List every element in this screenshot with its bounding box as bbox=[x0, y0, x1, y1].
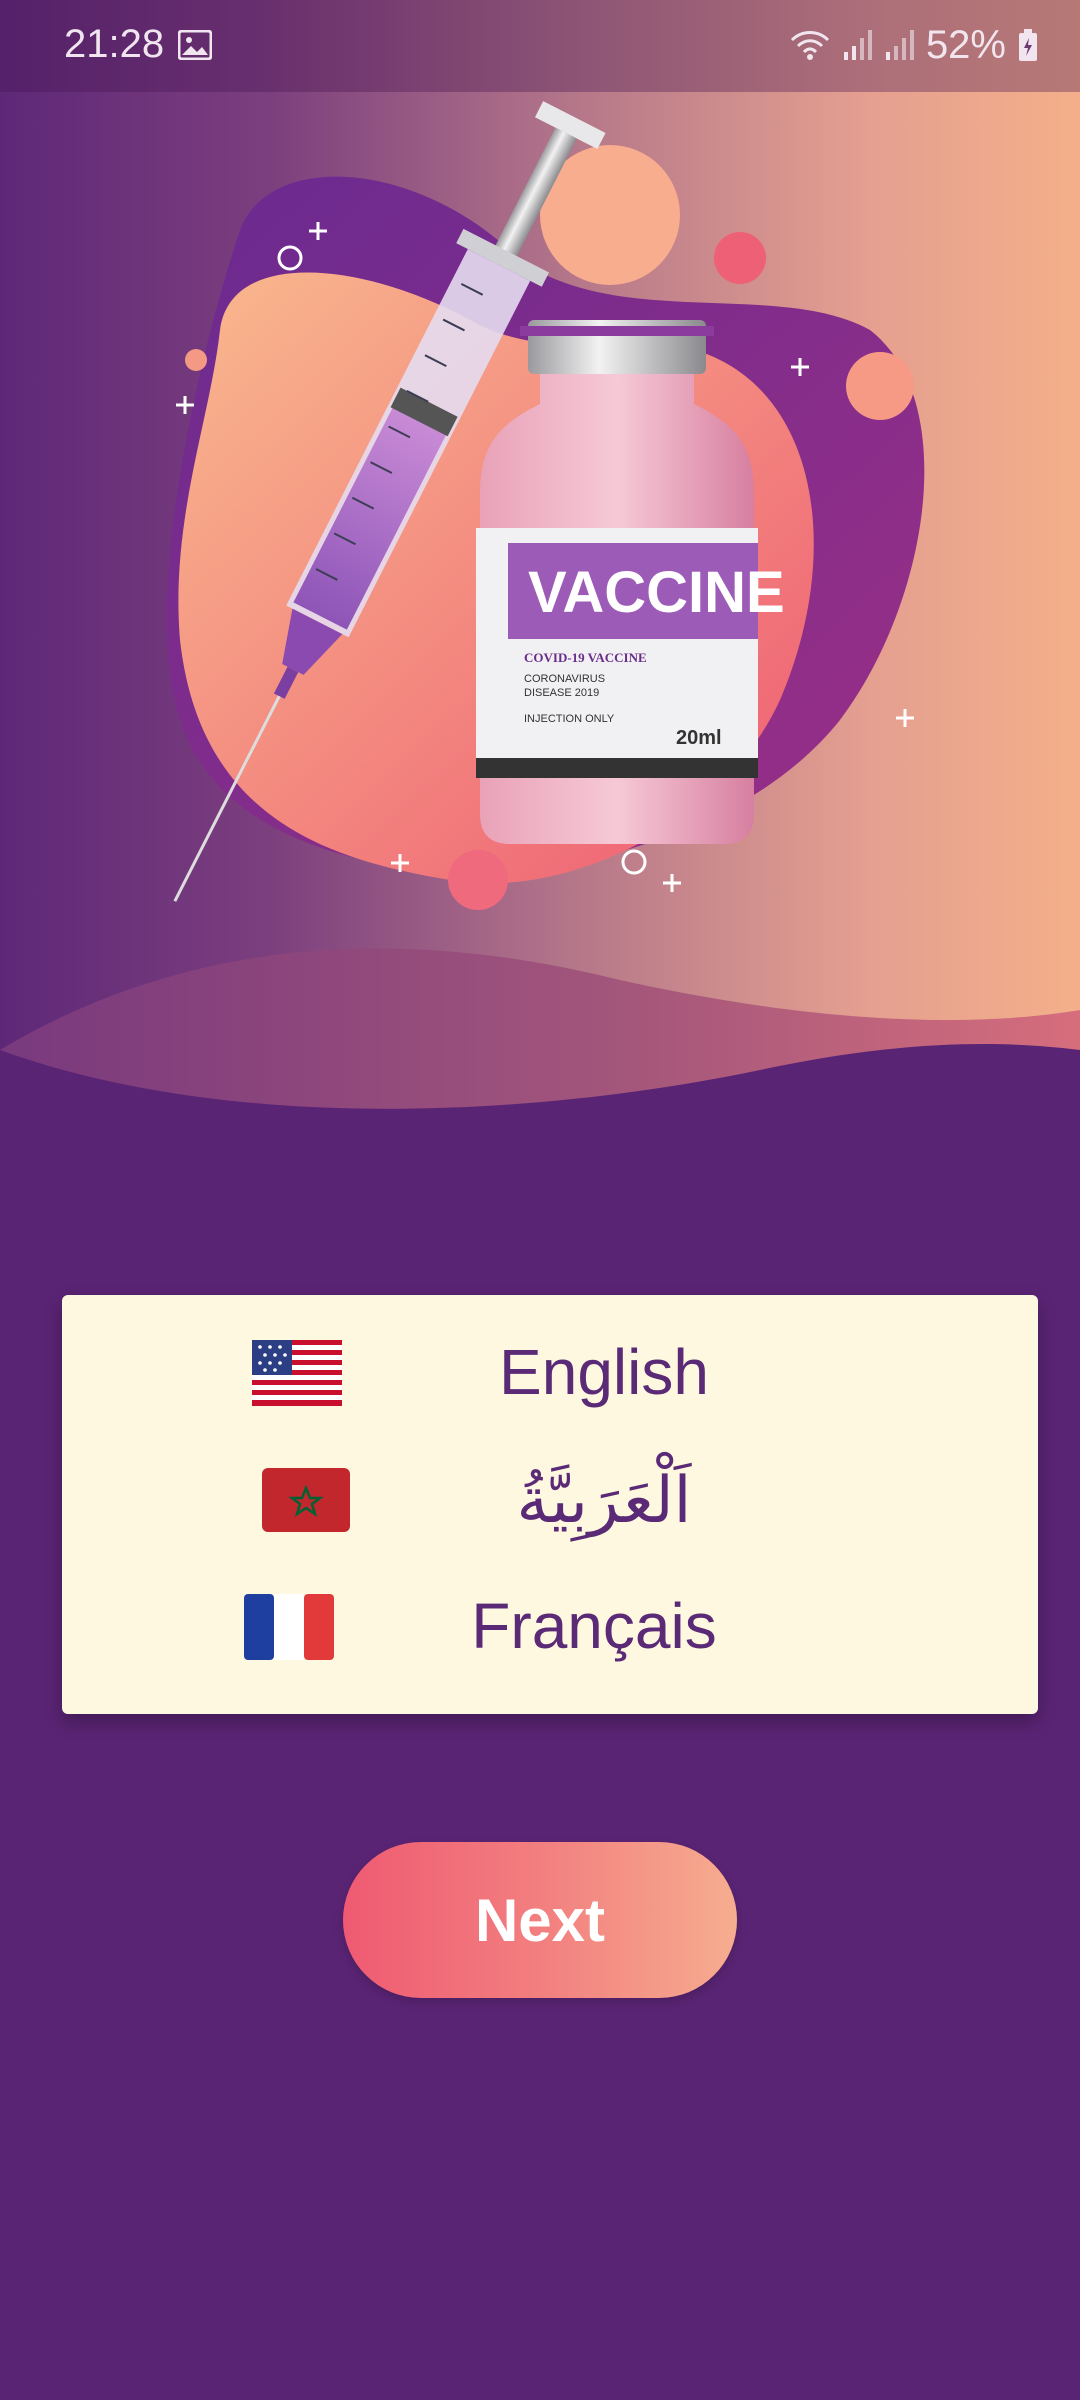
hero-illustration: VACCINE COVID-19 VACCINE CORONAVIRUS DIS… bbox=[0, 0, 1080, 1130]
battery-charging-icon bbox=[1019, 29, 1037, 61]
vial-label-main: VACCINE bbox=[528, 560, 785, 625]
language-label-french: Français bbox=[471, 1590, 717, 1662]
language-label-arabic: اَلْعَرَبِيَّةُ bbox=[516, 1464, 692, 1536]
image-icon bbox=[178, 30, 212, 60]
france-flag-icon bbox=[244, 1594, 334, 1660]
language-option-english[interactable]: English bbox=[62, 1315, 1038, 1435]
language-option-french[interactable]: Français bbox=[62, 1569, 1038, 1689]
next-button[interactable]: Next bbox=[343, 1842, 737, 1998]
vial-label-sub: COVID-19 VACCINE bbox=[524, 650, 647, 665]
language-option-arabic[interactable]: اَلْعَرَبِيَّةُ bbox=[62, 1443, 1038, 1563]
signal-icon bbox=[885, 30, 914, 60]
vial-label-line2: DISEASE 2019 bbox=[524, 687, 599, 699]
language-list: English اَلْعَرَبِيَّةُ Français bbox=[62, 1295, 1038, 1714]
status-bar: 21:28 52% bbox=[0, 0, 1080, 92]
battery-percent: 52% bbox=[925, 22, 1006, 67]
vial-label-line3: INJECTION ONLY bbox=[524, 713, 615, 725]
us-flag-icon bbox=[252, 1340, 342, 1406]
signal-icon bbox=[843, 30, 872, 60]
wifi-icon bbox=[790, 31, 829, 60]
vaccine-illustration: VACCINE COVID-19 VACCINE CORONAVIRUS DIS… bbox=[0, 101, 1080, 1130]
vial-label-line1: CORONAVIRUS bbox=[524, 673, 605, 685]
status-time: 21:28 bbox=[64, 22, 165, 66]
vial-volume: 20ml bbox=[676, 727, 722, 749]
morocco-flag-icon bbox=[262, 1468, 350, 1532]
language-label-english: English bbox=[499, 1336, 709, 1408]
